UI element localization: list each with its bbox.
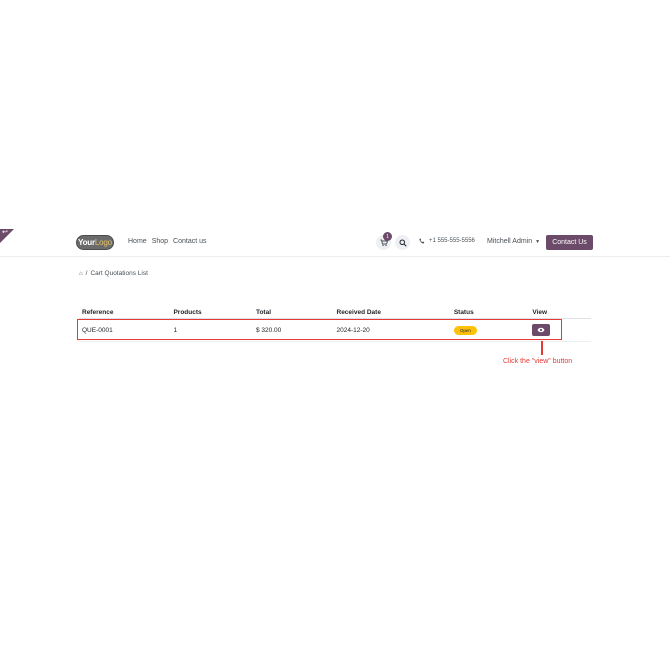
user-menu[interactable]: Mitchell Admin ▼ bbox=[487, 238, 540, 245]
home-icon[interactable]: ⌂ bbox=[79, 271, 83, 277]
logo-text-a: Your bbox=[78, 238, 95, 247]
phone-link[interactable]: +1 555-555-5556 bbox=[419, 238, 475, 244]
user-name: Mitchell Admin bbox=[487, 238, 533, 245]
contact-us-button[interactable]: Contact Us bbox=[546, 235, 593, 250]
annotation-pointer bbox=[541, 341, 543, 355]
status-badge: Open bbox=[453, 325, 477, 335]
breadcrumb-separator: / bbox=[85, 270, 88, 277]
nav-link-contact[interactable]: Contact us bbox=[173, 238, 206, 245]
caret-down-icon: ▼ bbox=[535, 238, 541, 245]
view-button[interactable] bbox=[532, 324, 551, 336]
site-logo[interactable]: Your Logo bbox=[76, 235, 114, 250]
cell-received-date: 2024-12-20 bbox=[336, 326, 370, 334]
cart-count-badge: 1 bbox=[383, 232, 392, 241]
nav-link-home[interactable]: Home bbox=[128, 238, 147, 245]
cell-status: Open bbox=[453, 325, 533, 335]
header-status: Status bbox=[453, 308, 474, 316]
quotations-table: Reference Products Total Received Date S… bbox=[79, 306, 591, 342]
breadcrumb-current: Cart Quotations List bbox=[90, 270, 148, 277]
phone-number: +1 555-555-5556 bbox=[429, 238, 475, 244]
logo-text-b: Logo bbox=[94, 238, 112, 247]
search-button[interactable] bbox=[395, 235, 410, 250]
nav-link-shop[interactable]: Shop bbox=[152, 238, 168, 245]
breadcrumb: ⌂ / Cart Quotations List bbox=[79, 270, 148, 277]
table-header: Reference Products Total Received Date S… bbox=[79, 306, 591, 319]
cell-reference: QUE-0001 bbox=[82, 326, 113, 334]
cell-view bbox=[532, 324, 591, 336]
cell-total: $ 320.00 bbox=[255, 326, 282, 334]
annotation-text: Click the "view" button bbox=[503, 358, 573, 365]
navbar: Your Logo Home Shop Contact us 1 +1 555-5… bbox=[0, 228, 670, 257]
cell-products: 1 bbox=[173, 326, 178, 334]
header-view: View bbox=[532, 308, 548, 316]
nav-links: Home Shop Contact us bbox=[128, 238, 207, 245]
header-total: Total bbox=[255, 308, 272, 316]
header-products: Products bbox=[173, 308, 202, 316]
phone-icon bbox=[419, 238, 425, 244]
table-row: QUE-0001 1 $ 320.00 2024-12-20 Open bbox=[79, 319, 591, 342]
header-reference: Reference bbox=[82, 308, 114, 316]
eye-icon bbox=[537, 327, 545, 333]
header-received-date: Received Date bbox=[336, 308, 381, 316]
search-icon bbox=[399, 239, 407, 247]
